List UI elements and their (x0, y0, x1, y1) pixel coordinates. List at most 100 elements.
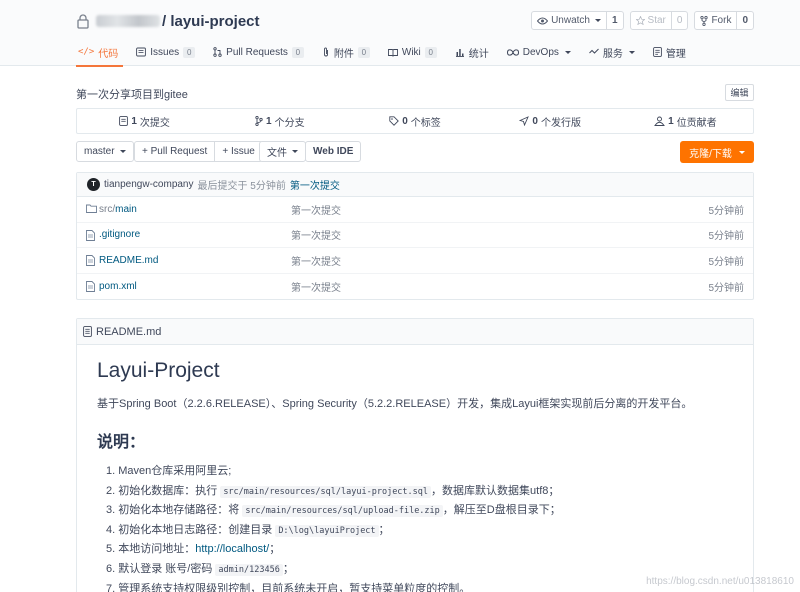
list-text: 管理系统支持权限级别控制，目前系统未开启，暂支持菜单粒度的控制。 (118, 582, 471, 592)
file-name-link[interactable]: src/main (99, 204, 137, 215)
commit-message-link[interactable]: 第一次提交 (290, 177, 340, 192)
readme-list: 1. Maven仓库采用阿里云; 2. 初始化数据库：执行 src/main/re… (97, 462, 737, 592)
tab-issues[interactable]: Issues 0 (127, 38, 204, 66)
file-time: 5分钟前 (708, 205, 744, 217)
pull-request-icon (213, 47, 222, 57)
list-item: 6. 默认登录 账号/密码 admin/123456； (97, 560, 737, 580)
tab-pull-requests[interactable]: Pull Requests 0 (204, 38, 313, 66)
file-commit-message[interactable]: 第一次提交 (291, 227, 341, 242)
repo-tabs: </> 代码 Issues 0 Pull Requests 0 附件 0 Wik… (76, 38, 695, 67)
repo-owner-redacted[interactable] (96, 15, 160, 27)
tab-attachments[interactable]: 附件 0 (313, 38, 379, 66)
stat-releases[interactable]: 0 个发行版 (483, 109, 618, 133)
chevron-down-icon (564, 50, 571, 54)
list-text: 初始化数据库：执行 (118, 484, 221, 497)
fork-button[interactable]: Fork 0 (694, 11, 754, 30)
stat-branches[interactable]: 1 个分支 (212, 109, 347, 133)
unwatch-button[interactable]: Unwatch 1 (531, 11, 624, 30)
readme-header: README.md (77, 319, 753, 345)
stat-label: 个标签 (410, 117, 441, 129)
file-name-link[interactable]: README.md (99, 255, 158, 266)
file-menu-button[interactable]: 文件 (259, 141, 306, 162)
file-name: main (115, 203, 137, 215)
file-commit-message[interactable]: 第一次提交 (291, 202, 341, 217)
repo-stats-bar: 1 次提交 1 个分支 0 个标签 0 个发行版 1 位贡献者 (76, 108, 754, 134)
unwatch-label: Unwatch (551, 15, 590, 26)
commit-author-link[interactable]: tianpengw-company (104, 179, 194, 190)
web-ide-label: Web IDE (313, 146, 354, 157)
tab-code[interactable]: </> 代码 (76, 38, 127, 67)
star-count[interactable]: 0 (670, 12, 688, 29)
file-time: 5分钟前 (708, 231, 744, 243)
local-url-link[interactable]: http://localhost/ (195, 543, 269, 555)
list-number: 2. (106, 484, 116, 497)
issues-icon (136, 47, 147, 57)
list-text-suffix: ； (269, 543, 281, 556)
tab-label: Issues (150, 46, 180, 58)
contributor-icon (654, 116, 665, 126)
stat-contributors[interactable]: 1 位贡献者 (618, 109, 753, 133)
tab-wiki[interactable]: Wiki 0 (379, 38, 446, 66)
list-number: 5. (106, 543, 116, 556)
new-issue-button[interactable]: + Issue (214, 142, 262, 161)
chevron-down-icon (628, 50, 635, 54)
list-text: Maven仓库采用阿里云; (118, 465, 232, 477)
chevron-down-icon (119, 150, 126, 153)
list-item: 3. 初始化本地存储路径：将 src/main/resources/sql/up… (97, 501, 737, 521)
folder-icon (86, 204, 97, 213)
edit-description-button[interactable]: 编辑 (725, 84, 754, 101)
tab-service[interactable]: 服务 (580, 38, 644, 66)
stat-label: 个发行版 (540, 117, 581, 129)
avatar[interactable]: T (87, 178, 100, 191)
readme-intro: 基于Spring Boot（2.2.6.RELEASE）、Spring Secu… (97, 398, 693, 410)
file-time: 5分钟前 (708, 256, 744, 268)
list-text-suffix: ，数据库默认数据集utf8； (431, 484, 560, 497)
chevron-down-icon (292, 150, 298, 153)
watch-count[interactable]: 1 (605, 12, 623, 29)
file-name-link[interactable]: pom.xml (99, 281, 137, 292)
tab-manage[interactable]: 管理 (644, 38, 695, 66)
star-button[interactable]: Star 0 (629, 11, 689, 30)
stat-count: 1 (668, 115, 674, 127)
commit-meta: 最后提交于 5分钟前 (197, 181, 286, 192)
commit-icon (119, 116, 129, 126)
file-table: T tianpengw-company 最后提交于 5分钟前 第一次提交 src… (76, 172, 754, 300)
clone-download-button[interactable]: 克隆/下载 (680, 141, 754, 163)
branch-select[interactable]: master (76, 141, 134, 162)
file-name: .gitignore (99, 229, 141, 241)
fork-count[interactable]: 0 (736, 12, 753, 29)
stat-count: 1 (131, 115, 137, 127)
tab-label: 服务 (602, 48, 623, 60)
tab-label: DevOps (522, 46, 559, 58)
star-icon (635, 16, 645, 25)
inline-code: admin/123456 (215, 563, 283, 576)
service-icon (589, 48, 599, 54)
pull-requests-count-badge: 0 (291, 46, 304, 58)
repo-name-link[interactable]: / layui-project (162, 13, 260, 30)
list-text: 初始化本地日志路径：创建目录 (118, 523, 276, 536)
stat-commits[interactable]: 1 次提交 (77, 109, 212, 133)
file-name: pom.xml (99, 280, 137, 292)
tab-label: 附件 (333, 48, 354, 60)
wiki-icon (387, 48, 398, 57)
readme-title: Layui-Project (97, 359, 220, 382)
new-pull-request-button[interactable]: + Pull Request (135, 142, 214, 161)
star-label: Star (647, 15, 666, 26)
web-ide-button[interactable]: Web IDE (305, 141, 362, 162)
list-item: 1. Maven仓库采用阿里云; (97, 462, 737, 482)
stat-tags[interactable]: 0 个标签 (347, 109, 482, 133)
file-name-link[interactable]: .gitignore (99, 229, 140, 240)
tab-stats[interactable]: 统计 (446, 38, 498, 66)
chevron-down-icon (594, 19, 601, 22)
lock-icon (77, 14, 89, 29)
inline-code: src/main/resources/sql/upload-file.zip (242, 505, 443, 518)
readme-file-icon (83, 326, 92, 337)
file-commit-message[interactable]: 第一次提交 (291, 279, 341, 294)
file-time: 5分钟前 (708, 282, 744, 294)
list-text: 初始化本地存储路径：将 (118, 504, 243, 517)
file-commit-message[interactable]: 第一次提交 (291, 253, 341, 268)
stat-label: 个分支 (274, 117, 305, 129)
repo-actions: Unwatch 1 Star 0 Fork 0 (531, 11, 754, 30)
tab-devops[interactable]: DevOps (498, 38, 580, 66)
file-name: README.md (99, 254, 159, 266)
